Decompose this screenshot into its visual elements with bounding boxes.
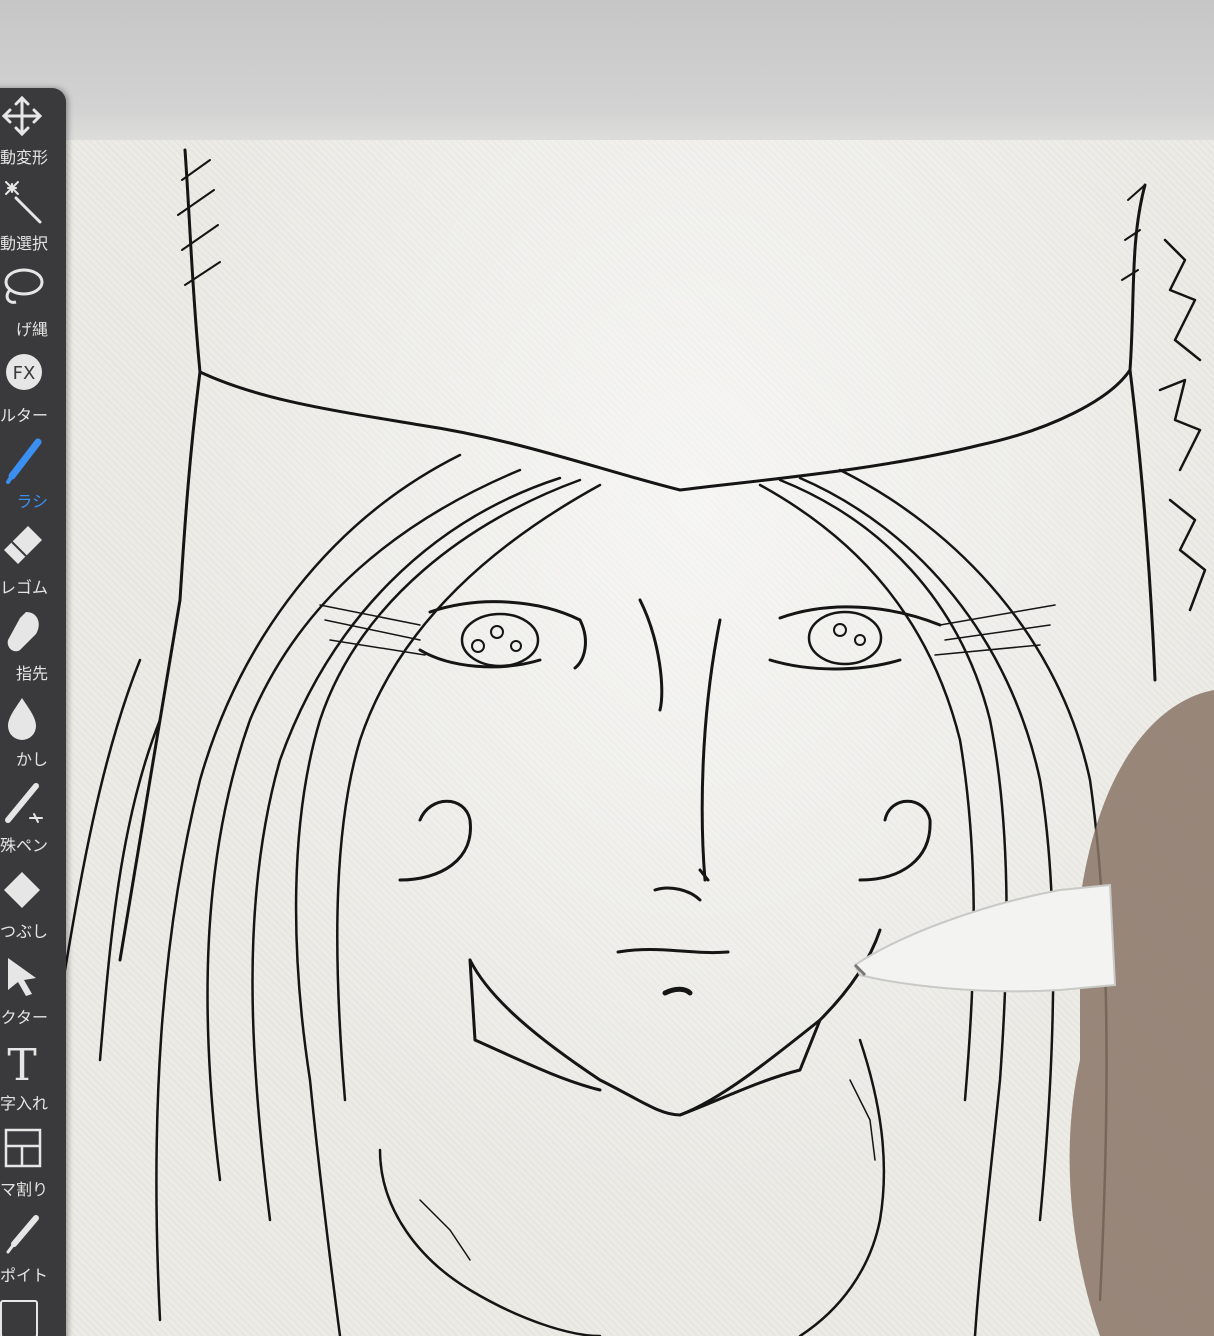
tool-smudge[interactable]: 指先	[0, 604, 66, 690]
tool-blur[interactable]: かし	[0, 690, 66, 776]
eyedropper-icon	[6, 1215, 39, 1254]
tool-label: ルター	[0, 406, 48, 425]
special-pen-icon	[5, 783, 43, 823]
tool-frame-divider[interactable]: マ割り	[0, 1120, 66, 1206]
tool-label: レゴム	[0, 578, 48, 597]
tool-label: 動選択	[0, 234, 48, 253]
tool-filter[interactable]: FX ルター	[0, 346, 66, 432]
left-toolbar: 動変形 動選択 げ縄 FX ルター ラシ レゴム 指先 かし 殊ペン つぶし ク…	[0, 88, 66, 1336]
blur-drop-icon	[8, 698, 36, 740]
svg-text:FX: FX	[13, 363, 36, 384]
tool-eraser[interactable]: レゴム	[0, 518, 66, 604]
fill-bucket-icon	[4, 872, 40, 908]
tool-text[interactable]: T 字入れ	[0, 1034, 66, 1120]
vector-arrow-icon	[8, 958, 36, 996]
collar	[378, 1038, 886, 1336]
magic-wand-icon	[5, 181, 42, 224]
text-icon: T	[7, 1040, 36, 1086]
layer-thumbnail-icon[interactable]	[0, 1300, 38, 1336]
tool-label: つぶし	[0, 922, 48, 941]
tool-label: マ割り	[0, 1180, 48, 1199]
tool-label: 字入れ	[0, 1094, 48, 1113]
hat	[118, 148, 1157, 962]
tool-eyedropper[interactable]: ポイト	[0, 1206, 66, 1292]
tool-label: 殊ペン	[0, 836, 48, 855]
tool-special-pen[interactable]: 殊ペン	[0, 776, 66, 862]
tool-label: 指先	[15, 664, 48, 683]
fx-filter-icon: FX	[6, 354, 42, 390]
lasso-icon	[4, 268, 44, 304]
tool-magic-wand[interactable]: 動選択	[0, 174, 66, 260]
tool-lasso[interactable]: げ縄	[0, 260, 66, 346]
tool-brush[interactable]: ラシ	[0, 432, 66, 518]
eraser-icon	[4, 526, 42, 564]
tool-fill[interactable]: つぶし	[0, 862, 66, 948]
face	[468, 598, 882, 1117]
tool-label: ポイト	[0, 1266, 48, 1285]
tool-move-transform[interactable]: 動変形	[0, 88, 66, 174]
move-transform-icon	[1, 95, 43, 137]
tool-label: 動変形	[0, 148, 48, 167]
tool-label: クター	[0, 1008, 48, 1027]
brush-icon	[6, 438, 42, 484]
tool-label: かし	[15, 750, 48, 769]
hair	[18, 453, 1108, 1336]
svg-text:T: T	[7, 1040, 36, 1086]
hair-curls	[398, 799, 932, 882]
photo-of-tablet-screen: 動変形 動選択 げ縄 FX ルター ラシ レゴム 指先 かし 殊ペン つぶし ク…	[0, 0, 1214, 1336]
signature	[1158, 238, 1207, 612]
tool-label: げ縄	[15, 320, 48, 339]
tool-vector[interactable]: クター	[0, 948, 66, 1034]
line-art-drawing	[18, 148, 1207, 1336]
frame-divider-icon	[4, 1128, 42, 1168]
smudge-finger-icon	[7, 612, 39, 652]
tool-label: ラシ	[16, 492, 48, 511]
